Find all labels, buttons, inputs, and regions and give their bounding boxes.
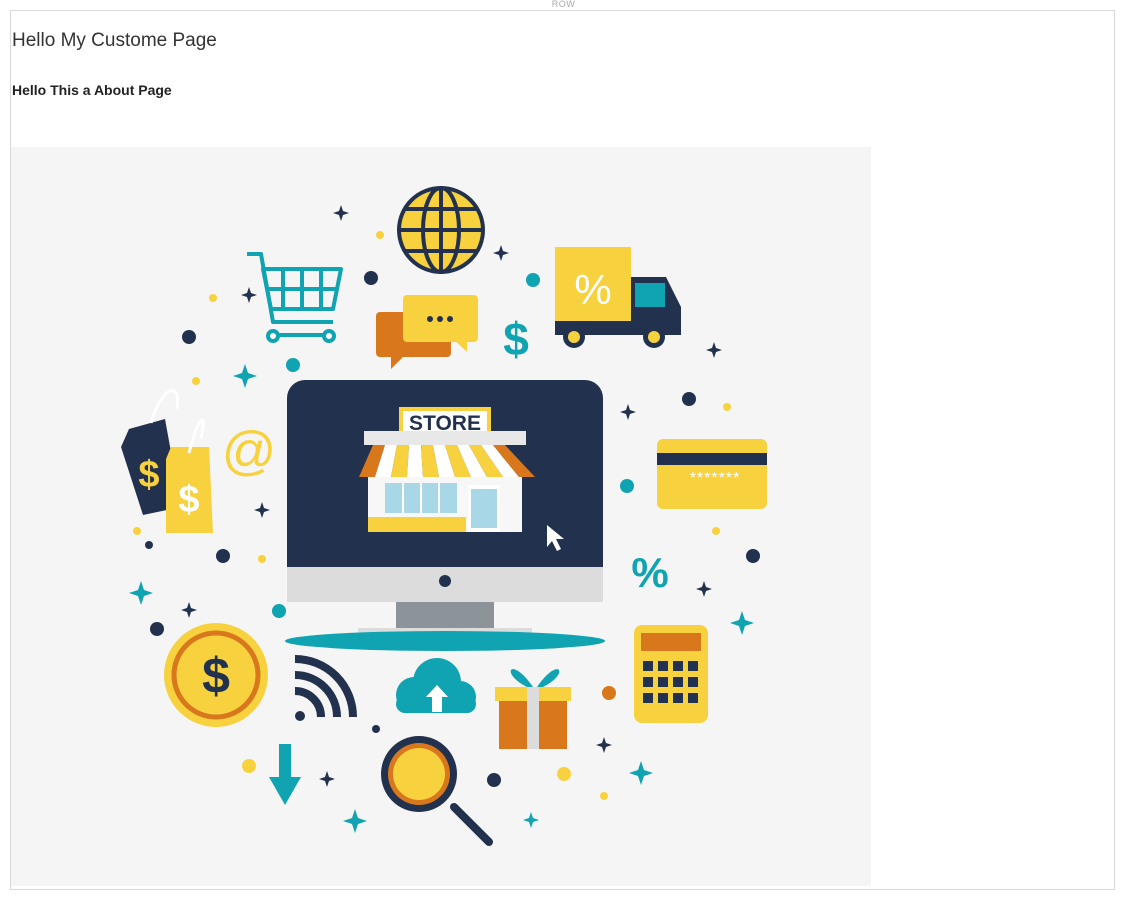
coin-dollar-label: $ <box>202 648 230 704</box>
globe-icon <box>397 186 485 274</box>
percent-icon: % <box>631 549 668 596</box>
page-subtitle: Hello This a About Page <box>12 82 172 98</box>
truck-percent-label: % <box>574 266 611 313</box>
card-number-label: ******* <box>690 470 741 487</box>
at-sign-icon: @ <box>222 421 277 481</box>
page-title: Hello My Custome Page <box>12 30 217 51</box>
dollar-sign-icon: $ <box>503 313 529 365</box>
row-label: ROW <box>551 0 576 9</box>
ecommerce-illustration: $ % $ $ @ STORE ******* % $ <box>11 147 871 886</box>
price-tag-dollar-dark: $ <box>138 454 159 496</box>
price-tag-dollar-yellow: $ <box>178 479 199 521</box>
credit-card-icon: ******* <box>657 439 767 509</box>
ecommerce-illustration-svg: $ % $ $ @ STORE ******* % $ <box>11 147 871 886</box>
calculator-icon <box>634 625 708 723</box>
dollar-coin-icon: $ <box>164 623 268 727</box>
